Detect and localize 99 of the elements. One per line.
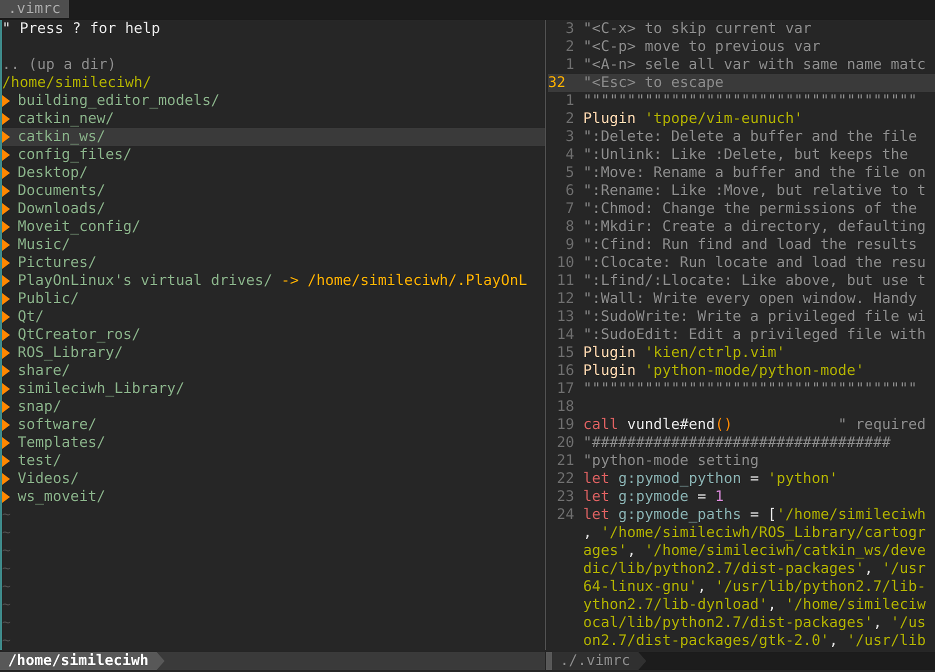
line-number: 2 [564, 110, 576, 128]
line-number: 14 [556, 326, 576, 344]
folder-item[interactable]: test/ [2, 452, 545, 470]
line-number: 3 [564, 128, 576, 146]
code-line: ages', '/home/simileciwh/catkin_ws/deve [583, 542, 927, 560]
code-line: "<A-n> sele all var with same name matc [583, 56, 927, 74]
code-line: ":Lfind/:Llocate: Like above, but use t [583, 272, 927, 290]
code-line: "python-mode setting [583, 452, 760, 470]
line-number: 24 [556, 506, 576, 524]
line-number: 5 [564, 164, 576, 182]
code-line: ":Move: Rename a buffer and the file on [583, 164, 927, 182]
code-line: let g:pymod_python = 'python' [583, 470, 839, 488]
code-line: dic/lib/python2.7/dist-packages', '/usr [583, 560, 927, 578]
tilde-marker: ~ [2, 542, 12, 560]
status-file: ./.vimrc [546, 652, 646, 670]
tilde-marker: ~ [2, 560, 12, 578]
folder-item[interactable]: Qt/ [2, 308, 545, 326]
line-number: 7 [564, 200, 576, 218]
line-number: 23 [556, 488, 576, 506]
code-line: , '/home/simileciwh/ROS_Library/cartogr [583, 524, 927, 542]
folder-item[interactable]: Documents/ [2, 182, 545, 200]
code-line: let g:pymode_paths = ['/home/simileciwh [583, 506, 927, 524]
tilde-marker: ~ [2, 578, 12, 596]
code-line: ython2.7/lib-dynload', '/home/simileciw [583, 596, 927, 614]
line-number: 19 [556, 416, 576, 434]
line-number: 4 [564, 146, 576, 164]
folder-item[interactable]: Desktop/ [2, 164, 545, 182]
tilde-marker: ~ [2, 632, 12, 650]
folder-item[interactable]: Templates/ [2, 434, 545, 452]
folder-item[interactable]: building_editor_models/ [2, 92, 545, 110]
code-line: "################################## [583, 434, 892, 452]
code-line: "<C-x> to skip current var [583, 20, 813, 38]
code-line: ":Clocate: Run locate and load the resu [583, 254, 927, 272]
folder-item[interactable]: Videos/ [2, 470, 545, 488]
tilde-marker: ~ [2, 524, 12, 542]
folder-item[interactable]: share/ [2, 362, 545, 380]
folder-item[interactable]: catkin_ws/ [2, 128, 545, 146]
code-line: ocal/lib/python2.7/dist-packages', '/us [583, 614, 927, 632]
line-number: 2 [564, 38, 576, 56]
folder-item[interactable]: simileciwh_Library/ [2, 380, 545, 398]
folder-item[interactable]: ROS_Library/ [2, 344, 545, 362]
tilde-marker: ~ [2, 596, 12, 614]
help-hint: " Press ? for help [2, 20, 162, 38]
status-path: /home/simileciwh [0, 652, 165, 670]
code-line: Plugin 'tpope/vim-eunuch' [583, 110, 804, 128]
line-number: 20 [556, 434, 576, 452]
line-number: 9 [564, 236, 576, 254]
code-line: """""""""""""""""""""""""""""""""""""" [583, 92, 918, 110]
folder-item[interactable]: snap/ [2, 398, 545, 416]
code-line: ":Rename: Like :Move, but relative to t [583, 182, 927, 200]
line-number: 32 [548, 74, 584, 92]
code-line: let g:pymode = 1 [583, 488, 725, 506]
code-line: 64-linux-gnu', '/usr/lib/python2.7/lib- [583, 578, 927, 596]
folder-item[interactable]: Music/ [2, 236, 545, 254]
tab[interactable]: .vimrc [0, 0, 69, 18]
line-number: 1 [564, 92, 576, 110]
folder-item[interactable]: ws_moveit/ [2, 488, 545, 506]
code-line: Plugin 'python-mode/python-mode' [583, 362, 866, 380]
code-line: Plugin 'kien/ctrlp.vim' [583, 344, 786, 362]
link-target: -> /home/simileciwh/.PlayOnL [281, 272, 528, 290]
code-line: on2.7/dist-packages/gtk-2.0', '/usr/lib [583, 632, 927, 650]
folder-item[interactable]: Public/ [2, 290, 545, 308]
folder-item[interactable]: Moveit_config/ [2, 218, 545, 236]
code-line: ":Delete: Delete a buffer and the file [583, 128, 918, 146]
line-number: 3 [564, 20, 576, 38]
folder-item[interactable]: software/ [2, 416, 545, 434]
code-line: call vundle#end() " required [583, 416, 927, 434]
parent-directory[interactable]: .. (up a dir) [2, 56, 545, 74]
root-path: /home/simileciwh/ [2, 74, 152, 92]
folder-item[interactable]: catkin_new/ [2, 110, 545, 128]
line-number: 15 [556, 344, 576, 362]
folder-item[interactable]: Pictures/ [2, 254, 545, 272]
line-number: 16 [556, 362, 576, 380]
code-line: ":Chmod: Change the permissions of the [583, 200, 918, 218]
code-line: ":Mkdir: Create a directory, defaulting [583, 218, 927, 236]
folder-item[interactable]: PlayOnLinux's virtual drives/ -> /home/simileciwh/.PlayOnL [2, 272, 545, 290]
folder-item[interactable]: QtCreator_ros/ [2, 326, 545, 344]
line-number: 13 [556, 308, 576, 326]
tilde-marker: ~ [2, 614, 12, 632]
code-line: "<C-p> move to previous var [583, 38, 822, 56]
line-number: 8 [564, 218, 576, 236]
line-number: 12 [556, 290, 576, 308]
code-line: ":SudoWrite: Write a privileged file wi [583, 308, 927, 326]
code-line: """""""""""""""""""""""""""""""""""""" [583, 380, 918, 398]
line-number: 11 [556, 272, 576, 290]
tilde-marker: ~ [2, 506, 12, 524]
line-number: 6 [564, 182, 576, 200]
code-line: ":Cfind: Run find and load the results [583, 236, 918, 254]
line-number: 22 [556, 470, 576, 488]
code-line: ":Wall: Write every open window. Handy [583, 290, 918, 308]
code-line: ":SudoEdit: Edit a privileged file with [583, 326, 927, 344]
line-number: 21 [556, 452, 576, 470]
folder-item[interactable]: config_files/ [2, 146, 545, 164]
folder-item[interactable]: Downloads/ [2, 200, 545, 218]
code-line: ":Unlink: Like :Delete, but keeps the [583, 146, 910, 164]
line-number: 10 [556, 254, 576, 272]
line-number: 1 [564, 56, 576, 74]
line-number: 18 [556, 398, 576, 416]
line-number: 17 [556, 380, 576, 398]
